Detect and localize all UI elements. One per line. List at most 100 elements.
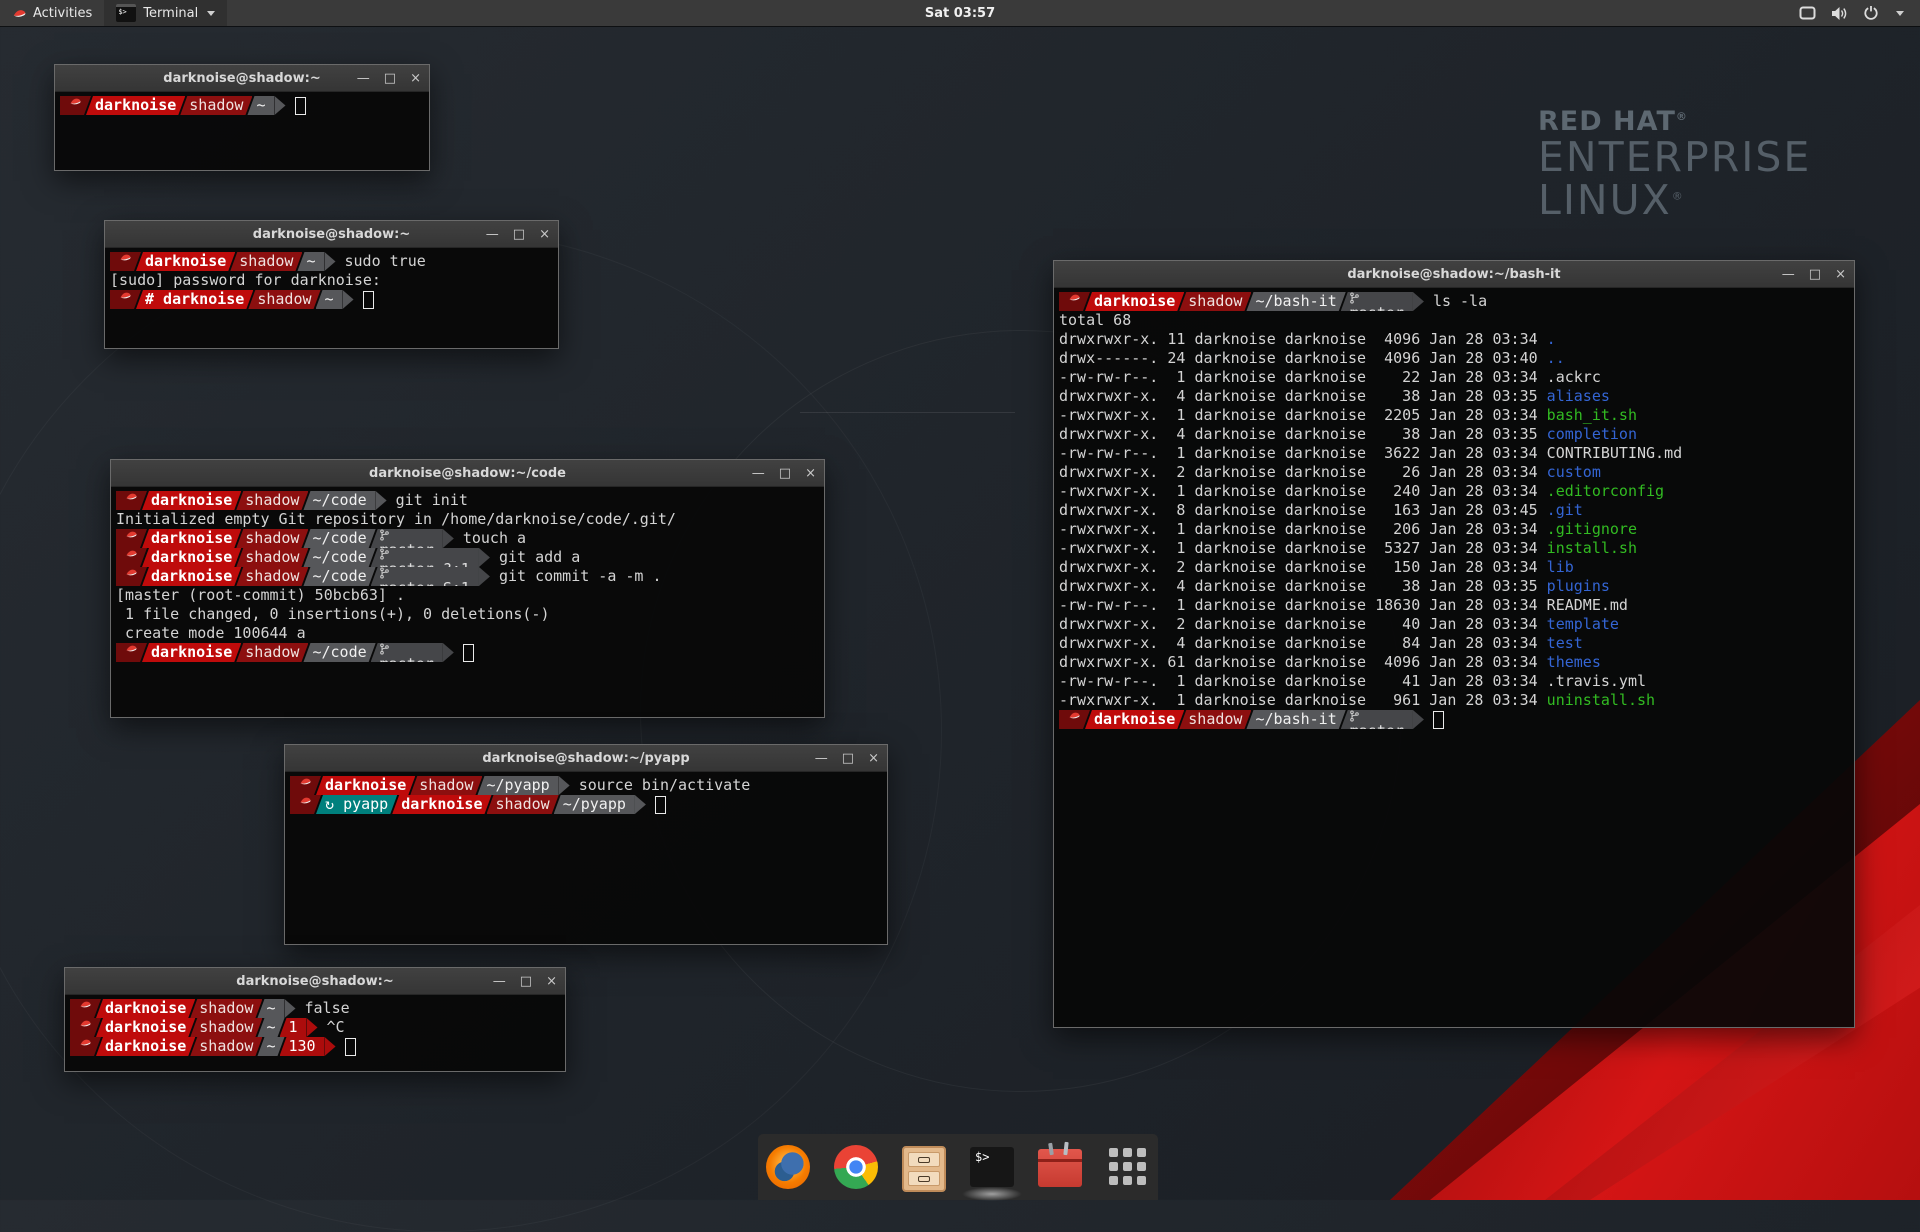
ls-row: -rwxrwxr-x. 1 darknoise darknoise 2205 J… (1059, 406, 1854, 425)
terminal-cursor (363, 291, 374, 309)
command-text: ^C (327, 1018, 345, 1037)
prompt-line: darknoiseshadow~ (60, 96, 429, 115)
maximize-button[interactable]: □ (1809, 268, 1821, 281)
power-icon[interactable] (1863, 5, 1879, 21)
prompt-segment-user: darknoise (136, 252, 235, 271)
file-name: uninstall.sh (1547, 691, 1655, 709)
minimize-button[interactable]: — (357, 72, 370, 85)
display-icon[interactable] (1799, 6, 1816, 20)
titlebar[interactable]: darknoise@shadow:~—□× (65, 968, 565, 995)
minimize-button[interactable]: — (815, 752, 828, 765)
branch-icon (380, 567, 389, 579)
close-button[interactable]: × (868, 752, 879, 765)
prompt-segment-path: ~ (316, 290, 343, 309)
titlebar[interactable]: darknoise@shadow:~ — □ × (55, 65, 429, 92)
minimize-button[interactable]: — (752, 467, 765, 480)
prompt-segment-hat (116, 529, 147, 548)
maximize-button[interactable]: □ (384, 72, 396, 85)
prompt-segment-user: darknoise (96, 1037, 195, 1056)
terminal-body[interactable]: darknoiseshadow~/bash-itmasterls -latota… (1054, 288, 1854, 729)
prompt-segment-host: shadow (230, 252, 302, 271)
chevron-down-icon[interactable] (1896, 11, 1904, 16)
titlebar[interactable]: darknoise@shadow:~/pyapp—□× (285, 745, 887, 772)
minimize-button[interactable]: — (493, 975, 506, 988)
ls-row: drwxrwxr-x. 4 darknoise darknoise 38 Jan… (1059, 425, 1854, 444)
app-grid-icon[interactable] (1106, 1145, 1150, 1189)
window-title: darknoise@shadow:~ (163, 71, 320, 86)
minimize-button[interactable]: — (1782, 268, 1795, 281)
close-button[interactable]: × (1835, 268, 1846, 281)
prompt-segment-path: ~/bash-it (1246, 292, 1345, 311)
close-button[interactable]: × (805, 467, 816, 480)
files-icon[interactable] (902, 1145, 946, 1189)
ls-row: drwxrwxr-x. 8 darknoise darknoise 163 Ja… (1059, 501, 1854, 520)
dock: $> (758, 1134, 1158, 1200)
terminal-body[interactable]: darknoiseshadow~/pyappsource bin/activat… (285, 772, 887, 814)
activities-button[interactable]: Activities (0, 0, 104, 26)
terminal-cursor (655, 796, 666, 814)
fedora-icon (125, 567, 138, 578)
ls-row: drwx------. 24 darknoise darknoise 4096 … (1059, 349, 1854, 368)
branch-icon (1350, 292, 1359, 304)
prompt-segment-hat (290, 776, 321, 795)
firefox-icon[interactable] (766, 1145, 810, 1189)
prompt-segment-path: ~/code (303, 643, 375, 662)
fedora-icon (12, 7, 27, 20)
command-text: ls -la (1433, 292, 1487, 311)
app-menu-button[interactable]: $> Terminal (104, 0, 227, 26)
terminal-window-4[interactable]: darknoise@shadow:~/pyapp—□×darknoiseshad… (284, 744, 888, 945)
chevron-down-icon (207, 11, 215, 16)
prompt-line: darknoiseshadow~/codemaster (116, 643, 824, 662)
prompt-segment-host: shadow (236, 548, 308, 567)
file-name: install.sh (1547, 539, 1637, 557)
close-button[interactable]: × (539, 228, 550, 241)
prompt-line: darknoiseshadow~/codemaster ?:1git add a (116, 548, 824, 567)
prompt-arrow (443, 529, 454, 548)
maximize-button[interactable]: □ (520, 975, 532, 988)
terminal-output-line: create mode 100644 a (116, 624, 824, 643)
ls-row: -rwxrwxr-x. 1 darknoise darknoise 5327 J… (1059, 539, 1854, 558)
chrome-icon[interactable] (834, 1145, 878, 1189)
titlebar[interactable]: darknoise@shadow:~—□× (105, 221, 558, 248)
terminal-body[interactable]: darknoiseshadow~ (55, 92, 429, 115)
terminal-icon[interactable]: $> (970, 1145, 1014, 1189)
prompt-segment-host: shadow (190, 1018, 262, 1037)
clock[interactable]: Sat 03:57 (0, 6, 1920, 21)
prompt-segment-host: shadow (248, 290, 320, 309)
terminal-window-6[interactable]: darknoise@shadow:~/bash-it—□×darknoisesh… (1053, 260, 1855, 1028)
ls-row: -rw-rw-r--. 1 darknoise darknoise 22 Jan… (1059, 368, 1854, 387)
terminal-window-2[interactable]: darknoise@shadow:~—□×darknoiseshadow~sud… (104, 220, 559, 349)
maximize-button[interactable]: □ (513, 228, 525, 241)
fedora-icon (125, 491, 138, 502)
file-name: aliases (1547, 387, 1610, 405)
volume-icon[interactable] (1831, 6, 1848, 21)
maximize-button[interactable]: □ (779, 467, 791, 480)
ls-row: drwxrwxr-x. 4 darknoise darknoise 84 Jan… (1059, 634, 1854, 653)
terminal-body[interactable]: darknoiseshadow~/codegit initInitialized… (111, 487, 824, 662)
prompt-segment-user: darknoise (96, 999, 195, 1018)
titlebar[interactable]: darknoise@shadow:~/code—□× (111, 460, 824, 487)
titlebar[interactable]: darknoise@shadow:~/bash-it—□× (1054, 261, 1854, 288)
terminal-output-line: 1 file changed, 0 insertions(+), 0 delet… (116, 605, 824, 624)
terminal-body[interactable]: darknoiseshadow~sudo true[sudo] password… (105, 248, 558, 309)
prompt-arrow (325, 1037, 336, 1056)
terminal-output-line: Initialized empty Git repository in /hom… (116, 510, 824, 529)
file-name: README.md (1547, 596, 1628, 614)
maximize-button[interactable]: □ (842, 752, 854, 765)
wallpaper-line (800, 412, 1015, 413)
minimize-button[interactable]: — (486, 228, 499, 241)
prompt-segment-user: darknoise (142, 548, 241, 567)
prompt-arrow (325, 252, 336, 271)
file-name: .. (1547, 349, 1565, 367)
terminal-body[interactable]: darknoiseshadow~falsedarknoiseshadow~1^C… (65, 995, 565, 1056)
terminal-cursor (345, 1038, 356, 1056)
terminal-window-3[interactable]: darknoise@shadow:~/code—□×darknoiseshado… (110, 459, 825, 718)
terminal-window-1[interactable]: darknoise@shadow:~ — □ × darknoiseshadow~ (54, 64, 430, 171)
prompt-segment-hat (116, 567, 147, 586)
toolbox-icon[interactable] (1038, 1145, 1082, 1189)
close-button[interactable]: × (410, 72, 421, 85)
terminal-window-5[interactable]: darknoise@shadow:~—□×darknoiseshadow~fal… (64, 967, 566, 1072)
fedora-icon (1068, 710, 1081, 721)
close-button[interactable]: × (546, 975, 557, 988)
command-text: sudo true (345, 252, 426, 271)
